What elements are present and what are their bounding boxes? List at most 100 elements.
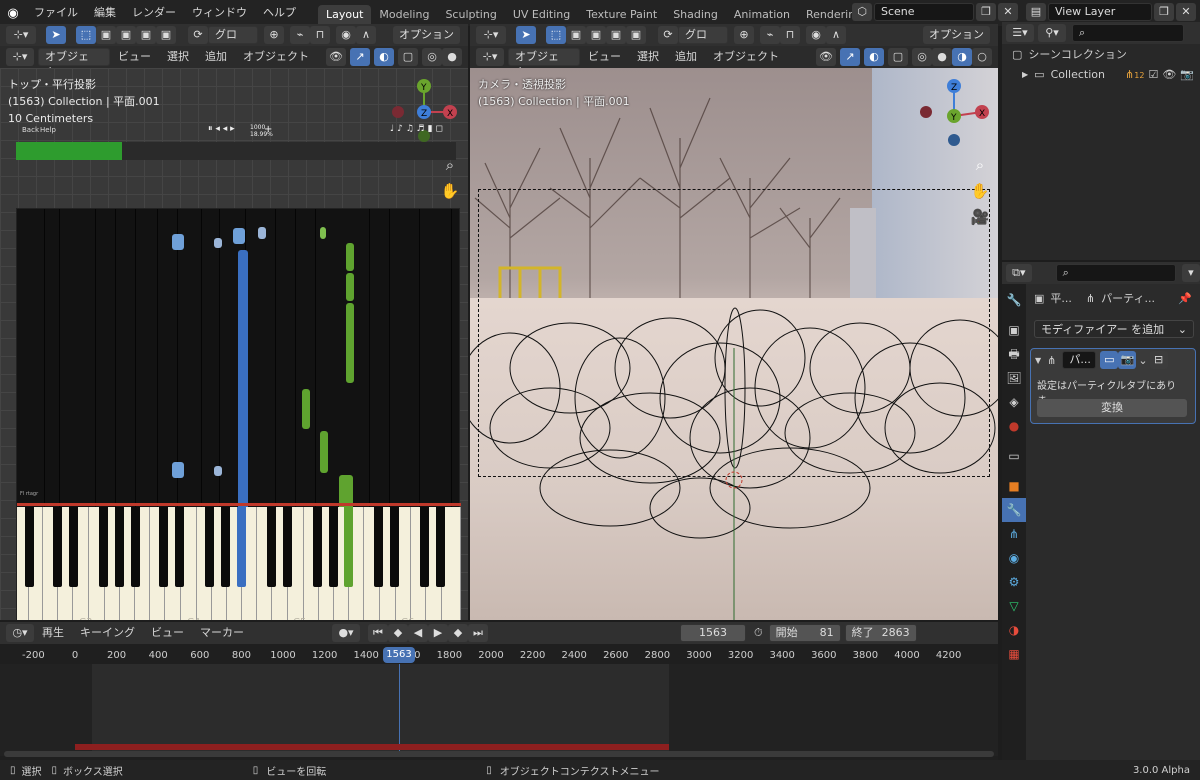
right-select-tool-icon[interactable]: ➤ [516, 26, 536, 44]
timeline-scrollbar[interactable] [4, 751, 994, 757]
properties-search-input[interactable]: ⌕ [1055, 264, 1176, 282]
object-tab-icon[interactable]: ■ [1002, 474, 1026, 498]
add-modifier-dropdown[interactable]: モディファイアー を追加 ⌄ [1034, 320, 1194, 338]
right-pan-hand-icon[interactable]: ✋ [970, 178, 990, 204]
left-menu-object[interactable]: オブジェクト [235, 46, 317, 68]
right-editor-3d-icon[interactable]: ⊹▾ [476, 48, 504, 66]
left-3d-viewport[interactable]: トップ・平行投影 (1563) Collection | 平面.001 10 C… [0, 68, 468, 620]
timeline-menu-marker[interactable]: マーカー [192, 622, 252, 644]
falloff-icon[interactable]: ∧ [356, 26, 376, 44]
shading-solid-icon[interactable]: ● [442, 48, 462, 66]
add-icon[interactable]: + [264, 124, 272, 135]
transform-orientation-icon[interactable]: ⟳ [188, 26, 208, 44]
close-scene-icon[interactable]: ✕ [998, 3, 1018, 21]
constraints-tab-icon[interactable]: ⚙ [1002, 570, 1026, 594]
select-subtract-icon[interactable]: ▣ [116, 26, 136, 44]
outliner-search-input[interactable]: ⌕ [1072, 24, 1184, 42]
select-extend-icon[interactable]: ▣ [96, 26, 116, 44]
snap-icon[interactable]: ⌁ [290, 26, 310, 44]
scene-icon[interactable]: ⬡ [852, 3, 872, 21]
next-keyframe-icon[interactable]: ◆ [448, 624, 468, 642]
collapse-arrow-icon[interactable]: ▼ [1035, 356, 1041, 365]
frame-start-field[interactable]: 開始 81 [768, 624, 841, 642]
right-options-button[interactable]: オプション [923, 26, 990, 44]
play-icon[interactable]: ▶ [428, 624, 448, 642]
data-tab-icon[interactable]: ▽ [1002, 594, 1026, 618]
copy-view-layer-icon[interactable]: ❐ [1154, 3, 1174, 21]
left-menu-add[interactable]: 追加 [197, 46, 235, 68]
tab-layout[interactable]: Layout [318, 4, 372, 25]
timeline-menu-keying[interactable]: キーイング [72, 622, 143, 644]
tab-shading[interactable]: Shading [665, 5, 726, 25]
visibility-icon[interactable]: 👁 [326, 48, 346, 66]
overlay-icon[interactable]: ◐ [374, 48, 394, 66]
tab-animation[interactable]: Animation [726, 5, 798, 25]
view-layer-tab-icon[interactable]: 🖼 [1002, 366, 1026, 390]
expand-arrow-icon[interactable]: ▶ [1022, 70, 1028, 79]
right-editor-type-icon[interactable]: ⊹▾ [476, 26, 506, 44]
right-menu-object[interactable]: オブジェクト [705, 46, 787, 68]
right-mode-select[interactable]: オブジェク… [508, 48, 580, 79]
right-menu-view[interactable]: ビュー [580, 46, 629, 68]
right-shading-material-icon[interactable]: ◑ [952, 48, 972, 66]
modifier-tab-icon[interactable]: 🔧 [1002, 498, 1026, 522]
right-overlay-icon[interactable]: ◐ [864, 48, 884, 66]
right-snap-icon[interactable]: ⌁ [760, 26, 780, 44]
jump-end-icon[interactable]: ⏭ [468, 624, 488, 642]
view-layer-icon[interactable]: ▤ [1026, 3, 1046, 21]
properties-editor-icon[interactable]: ⧉▾ [1006, 264, 1032, 282]
play-reverse-icon[interactable]: ◀ [408, 624, 428, 642]
proportional-edit-icon[interactable]: ◉ [336, 26, 356, 44]
particles-tab-icon[interactable]: ⋔ [1002, 522, 1026, 546]
select-tool-icon[interactable]: ➤ [46, 26, 66, 44]
current-frame-field[interactable]: 1563 [680, 624, 746, 642]
tab-texture-paint[interactable]: Texture Paint [578, 5, 665, 25]
exclude-checkbox[interactable]: ☑ [1148, 68, 1158, 81]
right-falloff-icon[interactable]: ∧ [826, 26, 846, 44]
right-transform-field[interactable]: グロー… [678, 26, 728, 57]
right-menu-add[interactable]: 追加 [667, 46, 705, 68]
select-invert-icon[interactable]: ▣ [136, 26, 156, 44]
view-layer-field[interactable]: View Layer [1048, 3, 1152, 21]
left-options-button[interactable]: オプション [393, 26, 460, 44]
pivot-icon[interactable]: ⊕ [264, 26, 284, 44]
material-tab-icon[interactable]: ◑ [1002, 618, 1026, 642]
menu-edit[interactable]: 編集 [86, 0, 124, 26]
left-menu-view[interactable]: ビュー [110, 46, 159, 68]
right-shading-render-icon[interactable]: ○ [972, 48, 992, 66]
prev-keyframe-icon[interactable]: ◆ [388, 624, 408, 642]
right-menu-select[interactable]: 選択 [629, 46, 667, 68]
menu-file[interactable]: ファイル [26, 0, 86, 26]
timeline-menu-view[interactable]: ビュー [143, 622, 192, 644]
clock-icon[interactable]: ⏱ [754, 626, 763, 640]
menu-window[interactable]: ウィンドウ [184, 0, 255, 26]
transform-orientation-field[interactable]: グロー… [208, 26, 258, 57]
instrument-icons[interactable]: ♩ ♪ ♫ ♬ ▮ ◻ [390, 124, 443, 134]
right-shading-wire-icon[interactable]: ◎ [912, 48, 932, 66]
playhead-frame-badge[interactable]: 1563 [383, 647, 415, 663]
tab-modeling[interactable]: Modeling [371, 5, 437, 25]
right-proportional-icon[interactable]: ◉ [806, 26, 826, 44]
pin-icon[interactable]: 📌 [1178, 292, 1192, 305]
collection-tab-icon[interactable]: ▭ [1002, 444, 1026, 468]
gizmo-icon[interactable]: ↗ [350, 48, 370, 66]
right-gizmo-icon[interactable]: ↗ [840, 48, 860, 66]
render-camera-icon[interactable]: 📷 [1180, 68, 1194, 81]
right-camera-view-icon[interactable]: 🎥 [970, 204, 990, 230]
physics-tab-icon[interactable]: ◉ [1002, 546, 1026, 570]
right-zoom-icon[interactable]: ⌕ [970, 152, 990, 178]
right-snap-target-icon[interactable]: ⊓ [780, 26, 800, 44]
close-view-layer-icon[interactable]: ✕ [1176, 3, 1196, 21]
playback-controls-icon[interactable]: ⏸ ◂ ◂ ▸ [208, 124, 235, 134]
right-select-box-icon[interactable]: ⬚ [546, 26, 566, 44]
render-tab-icon[interactable]: ▣ [1002, 318, 1026, 342]
right-transform-icon[interactable]: ⟳ [658, 26, 678, 44]
outliner-filter-icon[interactable]: ⚲▾ [1038, 24, 1066, 42]
collection-row[interactable]: ▶ ▭ Collection ⋔12 ☑ 👁 📷 [1002, 64, 1200, 84]
modifier-name-field[interactable]: パ... [1062, 351, 1097, 369]
timeline-menu-playback[interactable]: 再生 [34, 622, 72, 644]
texture-tab-icon[interactable]: ▦ [1002, 642, 1026, 666]
right-select-subtract-icon[interactable]: ▣ [586, 26, 606, 44]
select-intersect-icon[interactable]: ▣ [156, 26, 176, 44]
left-mode-select[interactable]: オブジェク… [38, 48, 110, 79]
